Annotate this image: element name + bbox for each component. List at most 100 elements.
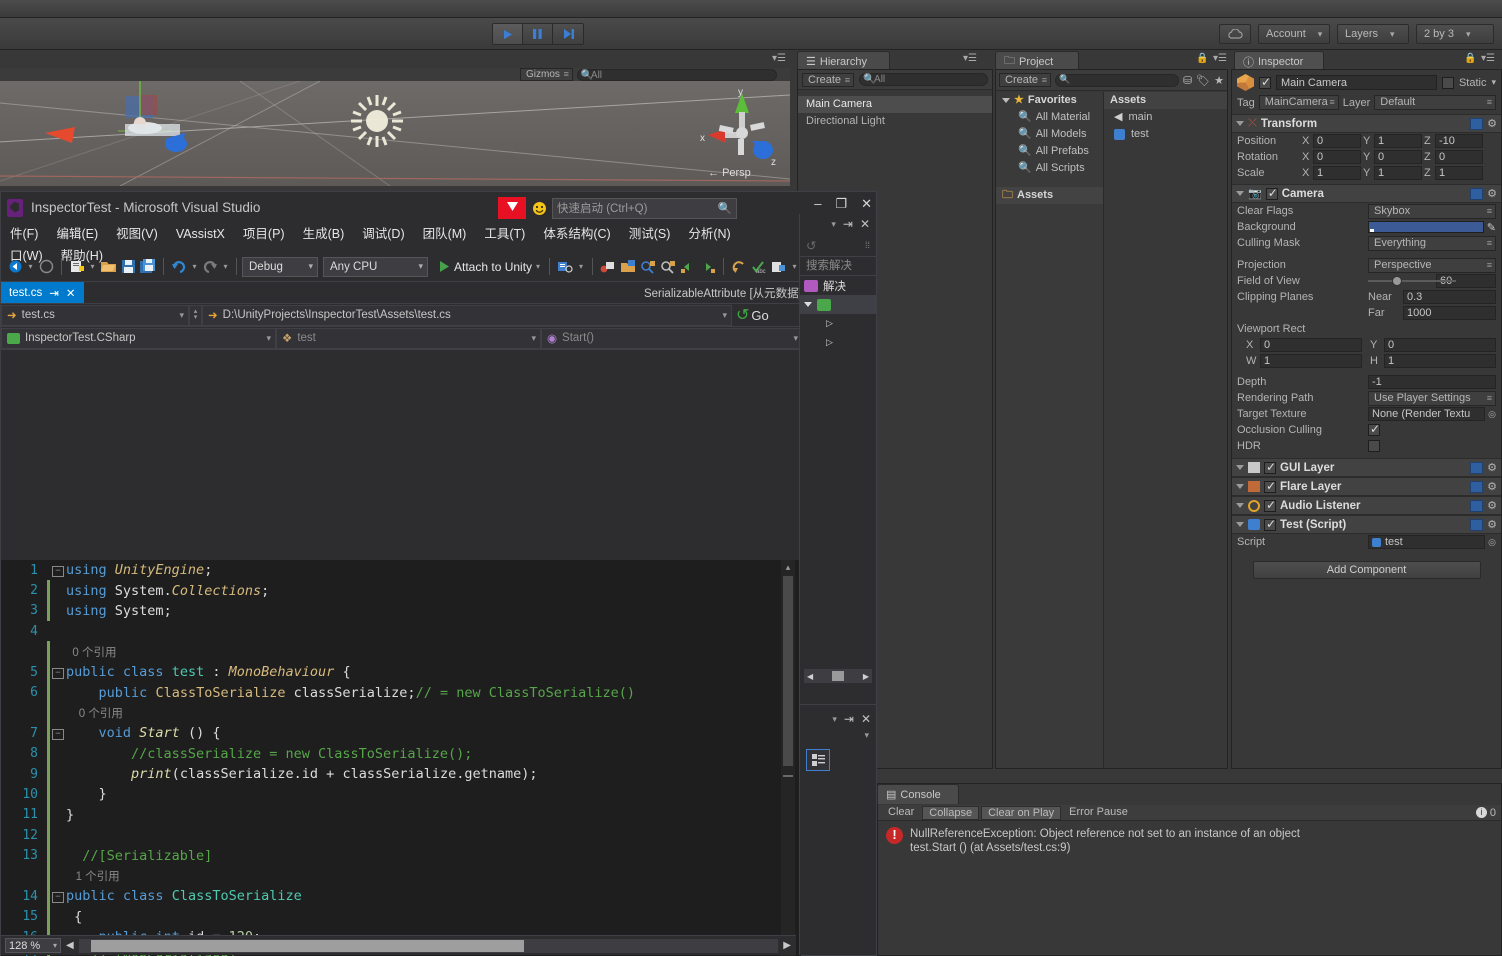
- code-line[interactable]: 0 个引用: [1, 641, 801, 663]
- chevron-down-icon[interactable]: ▾: [189, 256, 200, 278]
- help-icon[interactable]: [1470, 187, 1484, 200]
- solution-child-row-1[interactable]: ▷: [800, 314, 876, 333]
- code-line[interactable]: 9 print(classSerialize.id + classSeriali…: [1, 763, 801, 785]
- solution-explorer-icon[interactable]: [555, 256, 575, 278]
- menu-test[interactable]: 测试(S): [620, 223, 680, 245]
- layout-dropdown[interactable]: 2 by 3 ▾: [1416, 24, 1494, 44]
- tab-hierarchy[interactable]: ☰ Hierarchy: [797, 51, 890, 71]
- help-icon[interactable]: [1470, 480, 1484, 493]
- new-project-icon[interactable]: [67, 256, 87, 278]
- code-line[interactable]: 7− void Start () {: [1, 722, 801, 744]
- redo-icon[interactable]: [200, 256, 220, 278]
- editor-horizontal-scrollbar[interactable]: [78, 938, 779, 953]
- target-texture-field[interactable]: None (Render Textu: [1368, 407, 1486, 421]
- pin-icon[interactable]: ⇥: [49, 286, 59, 300]
- va-outline-icon[interactable]: [598, 256, 618, 278]
- minimize-button[interactable]: –: [814, 196, 821, 212]
- scope-dropdown[interactable]: ❖ test: [276, 327, 541, 349]
- project-favorites-root[interactable]: ★ Favorites: [996, 92, 1103, 109]
- scroll-thumb[interactable]: [783, 576, 793, 766]
- chevron-down-icon[interactable]: ▾: [87, 256, 98, 278]
- project-filter-favorite-icon[interactable]: ★: [1214, 74, 1224, 87]
- help-icon[interactable]: [1470, 518, 1484, 531]
- gear-icon[interactable]: ⚙: [1487, 117, 1497, 130]
- va-find-references-icon[interactable]: [658, 256, 678, 278]
- fold-toggle-icon[interactable]: −: [50, 889, 66, 904]
- zoom-dropdown[interactable]: 128 % ▾: [5, 938, 61, 953]
- viewport-x-field[interactable]: 0: [1260, 338, 1362, 352]
- scene-axis-gizmo[interactable]: x y z ← Persp: [694, 85, 788, 185]
- fold-toggle-icon[interactable]: −: [50, 726, 66, 741]
- scene-search-input[interactable]: 🔍 All: [576, 68, 777, 81]
- file-path-dropdown[interactable]: ➜ D:\UnityProjects\InspectorTest\Assets\…: [202, 304, 732, 326]
- tab-test-cs[interactable]: test.cs ⇥ ✕: [1, 282, 84, 303]
- object-picker-icon[interactable]: ◎: [1488, 409, 1496, 420]
- solution-child-row-2[interactable]: ▷: [800, 333, 876, 352]
- code-line[interactable]: 10 }: [1, 784, 801, 805]
- tab-inspector[interactable]: ⓘ Inspector: [1234, 51, 1324, 71]
- asset-item-test[interactable]: test: [1104, 126, 1227, 143]
- gear-icon[interactable]: ⚙: [1487, 518, 1497, 531]
- hdr-checkbox[interactable]: [1368, 440, 1380, 452]
- project-assets-root[interactable]: 🗀 Assets: [996, 187, 1103, 204]
- component-header-camera[interactable]: 📷 Camera ⚙: [1232, 184, 1501, 203]
- toolbar-overflow-icon[interactable]: ⁞⁞: [865, 240, 870, 250]
- project-menu-icon[interactable]: ▾☰: [1213, 53, 1227, 64]
- nav-spinner[interactable]: ▴ ▾: [189, 304, 202, 326]
- component-header-transform[interactable]: ⤬ Transform ⚙: [1232, 114, 1501, 133]
- navigate-backward-icon[interactable]: [5, 256, 25, 278]
- save-icon[interactable]: [118, 256, 138, 278]
- code-line[interactable]: 15 {: [1, 906, 801, 928]
- menu-debug[interactable]: 调试(D): [353, 223, 413, 245]
- audio-listener-enabled-checkbox[interactable]: [1264, 498, 1276, 512]
- close-button[interactable]: ✕: [861, 196, 872, 212]
- layer-dropdown[interactable]: Default: [1374, 95, 1496, 110]
- solution-hscrollbar[interactable]: ◀ ▶: [804, 669, 872, 683]
- script-field[interactable]: test: [1368, 535, 1486, 549]
- tab-console[interactable]: ▤ Console: [877, 784, 959, 804]
- scroll-up-icon[interactable]: ▴: [782, 562, 794, 573]
- gear-icon[interactable]: ⚙: [1487, 480, 1497, 493]
- va-open-file-icon[interactable]: [618, 256, 638, 278]
- console-collapse-button[interactable]: Collapse: [922, 805, 980, 820]
- open-file-icon[interactable]: [98, 256, 118, 278]
- scene-menu-icon[interactable]: ▾☰: [772, 53, 786, 64]
- chevron-right-icon[interactable]: ▷: [826, 337, 833, 348]
- scroll-right-icon[interactable]: ▶: [783, 940, 796, 951]
- depth-field[interactable]: -1: [1368, 375, 1496, 389]
- chevron-down-icon[interactable]: ▾: [1491, 77, 1496, 88]
- gear-icon[interactable]: ⚙: [1487, 187, 1497, 200]
- console-error-pause-button[interactable]: Error Pause: [1063, 806, 1134, 820]
- hierarchy-item-directional-light[interactable]: Directional Light: [798, 113, 992, 130]
- type-dropdown[interactable]: InspectorTest.CSharp: [1, 327, 276, 349]
- rotation-z-field[interactable]: 0: [1435, 150, 1483, 164]
- menu-build[interactable]: 生成(B): [294, 223, 354, 245]
- chevron-down-icon[interactable]: [1236, 484, 1244, 489]
- chevron-down-icon[interactable]: ▾: [575, 256, 587, 278]
- account-dropdown[interactable]: Account ▾: [1258, 24, 1330, 44]
- static-checkbox[interactable]: [1441, 76, 1454, 89]
- feedback-flag-icon[interactable]: [498, 197, 526, 219]
- code-line[interactable]: 5− public class test : MonoBehaviour {: [1, 661, 801, 683]
- chevron-down-icon[interactable]: [1236, 503, 1244, 508]
- help-icon[interactable]: [1470, 117, 1484, 130]
- va-spellcheck-icon[interactable]: abc: [749, 256, 769, 278]
- chevron-down-icon[interactable]: [1236, 121, 1244, 126]
- viewport-h-field[interactable]: 1: [1384, 354, 1496, 368]
- menu-vassistx[interactable]: VAssistX: [167, 223, 234, 245]
- solution-project-row[interactable]: [800, 295, 876, 314]
- project-dropdown[interactable]: ➜ test.cs: [1, 304, 189, 326]
- inspector-lock-icon[interactable]: 🔒: [1464, 53, 1476, 64]
- member-dropdown[interactable]: ◉ Start(): [541, 327, 803, 349]
- culling-mask-dropdown[interactable]: Everything: [1368, 235, 1496, 251]
- chevron-down-icon[interactable]: ▾: [831, 219, 836, 230]
- menu-project[interactable]: 项目(P): [234, 223, 294, 245]
- scale-y-field[interactable]: 1: [1374, 166, 1422, 180]
- far-field[interactable]: 1000: [1403, 306, 1496, 320]
- code-line[interactable]: 14− public class ClassToSerialize: [1, 885, 801, 907]
- close-icon[interactable]: ✕: [861, 712, 871, 726]
- scene-view[interactable]: x y z ← Persp: [0, 81, 790, 186]
- occlusion-culling-checkbox[interactable]: [1368, 422, 1380, 436]
- hscroll-thumb[interactable]: [832, 671, 844, 681]
- project-create-button[interactable]: Create: [999, 73, 1052, 87]
